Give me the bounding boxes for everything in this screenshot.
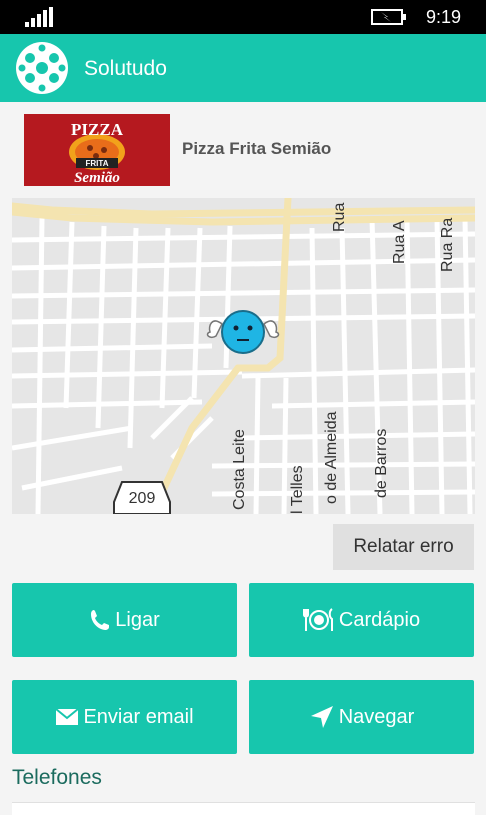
business-logo: PIZZA FRITA Semião <box>24 114 170 186</box>
business-name: Pizza Frita Semião <box>182 139 332 158</box>
pizza-logo-graphic: PIZZA FRITA Semião <box>24 114 170 186</box>
street-label-rua: Rua <box>331 203 348 232</box>
logo-text-frita: FRITA <box>86 159 109 168</box>
solutudo-logo-icon <box>16 42 68 94</box>
signal-bars-icon <box>25 7 53 27</box>
app-title: Solutudo <box>84 57 167 80</box>
navigation-arrow-icon <box>310 706 333 728</box>
street-label-rua-ra: Rua Ra <box>439 218 456 272</box>
map-graphic: Rua Rua A Rua Ra Costa Leite l Telles o … <box>12 198 475 514</box>
street-label-telles: l Telles <box>289 465 306 514</box>
route-shield-label: 209 <box>129 490 156 507</box>
send-email-button-label: Enviar email <box>83 705 194 728</box>
phones-section-title: Telefones <box>12 766 102 789</box>
navigate-button-label: Navegar <box>338 705 415 728</box>
street-label-almeida: o de Almeida <box>323 411 340 504</box>
call-button-label: Ligar <box>115 608 160 631</box>
call-button[interactable]: Ligar <box>12 583 237 657</box>
app-bar: Solutudo <box>0 34 486 102</box>
clock: 9:19 <box>426 7 462 27</box>
route-shield: 209 <box>113 481 171 514</box>
street-label-barros: de Barros <box>373 429 390 498</box>
send-email-button[interactable]: Enviar email <box>12 680 237 754</box>
menu-button-label: Cardápio <box>338 608 421 631</box>
navigate-button[interactable]: Navegar <box>249 680 474 754</box>
logo-text-pizza: PIZZA <box>71 120 124 139</box>
phone-icon <box>91 610 110 630</box>
plate-cutlery-icon <box>302 608 333 631</box>
logo-text-semiao: Semião <box>74 170 120 186</box>
envelope-icon <box>55 708 80 725</box>
report-error-button[interactable]: Relatar erro <box>333 524 474 570</box>
street-label-rua-a: Rua A <box>391 220 408 264</box>
phones-list-card <box>12 802 475 815</box>
menu-button[interactable]: Cardápio <box>249 583 474 657</box>
battery-charging-icon <box>371 9 406 25</box>
street-label-costa-leite: Costa Leite <box>231 429 248 510</box>
main-content: PIZZA FRITA Semião Pizza Frita Semião Ru… <box>0 102 486 815</box>
status-bar: 9:19 <box>0 0 486 34</box>
location-map[interactable]: Rua Rua A Rua Ra Costa Leite l Telles o … <box>12 198 475 514</box>
